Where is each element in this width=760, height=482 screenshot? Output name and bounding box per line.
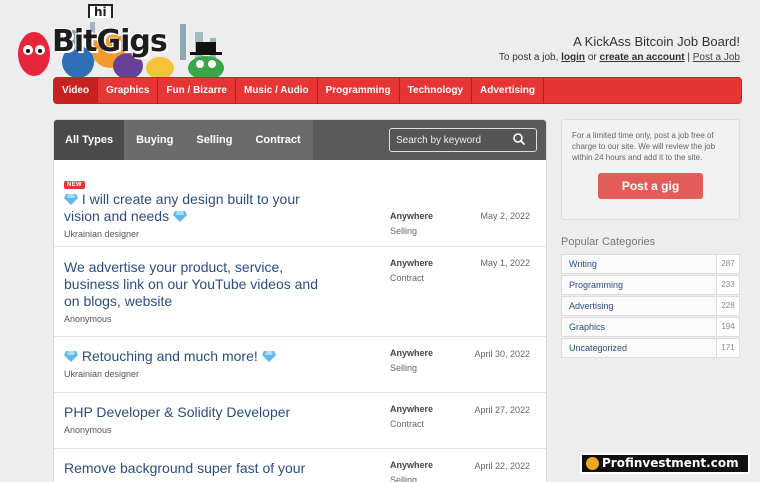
- filter-contract[interactable]: Contract: [244, 120, 313, 160]
- logo-hi-bubble: hi: [88, 4, 113, 18]
- or-text: or: [587, 52, 597, 63]
- watermark-text: Profinvestment.com: [602, 456, 739, 470]
- job-location: Anywhere: [390, 460, 434, 470]
- post-gig-button[interactable]: Post a gig: [598, 173, 703, 199]
- category-name: Graphics: [569, 322, 606, 332]
- type-filter-bar: All Types Buying Selling Contract: [54, 120, 546, 160]
- category-name: Programming: [569, 280, 624, 290]
- job-author: Ukrainian designer: [64, 369, 140, 379]
- nav-item-technology[interactable]: Technology: [400, 78, 473, 103]
- job-location: Anywhere: [390, 404, 434, 414]
- nav-item-graphics[interactable]: Graphics: [98, 78, 159, 103]
- post-job-link[interactable]: Post a Job: [693, 52, 740, 63]
- category-count: 228: [716, 297, 739, 315]
- category-item-graphics[interactable]: Graphics 194: [561, 317, 740, 337]
- nav-item-fun-bizarre[interactable]: Fun / Bizarre: [158, 78, 236, 103]
- category-item-programming[interactable]: Programming 233: [561, 275, 740, 295]
- job-type: Selling: [390, 226, 418, 236]
- job-type: Selling: [390, 475, 418, 482]
- search-input[interactable]: [390, 134, 512, 146]
- watermark: Profinvestment.com: [580, 453, 750, 474]
- job-date: April 30, 2022: [474, 349, 530, 359]
- category-name: Advertising: [569, 301, 614, 311]
- nav-item-video[interactable]: Video: [54, 78, 99, 103]
- job-row[interactable]: Retouching and much more! Ukrainian desi…: [54, 337, 546, 393]
- category-item-writing[interactable]: Writing 287: [561, 254, 740, 274]
- category-item-advertising[interactable]: Advertising 228: [561, 296, 740, 316]
- nav-item-music-audio[interactable]: Music / Audio: [236, 78, 318, 103]
- site-logo[interactable]: hi BitGigs: [10, 4, 240, 80]
- job-date: April 22, 2022: [474, 461, 530, 471]
- job-location: Anywhere: [390, 258, 434, 268]
- job-type: Contract: [390, 273, 425, 283]
- job-title[interactable]: Retouching and much more!: [64, 348, 324, 365]
- separator: |: [687, 52, 690, 63]
- job-title[interactable]: PHP Developer & Solidity Developer: [64, 404, 324, 421]
- site-tagline: A KickAss Bitcoin Job Board!: [573, 34, 740, 49]
- job-title[interactable]: I will create any design built to your v…: [64, 191, 324, 225]
- logo-wordmark: BitGigs: [52, 24, 168, 59]
- job-title[interactable]: We advertise your product, service, busi…: [64, 259, 324, 310]
- login-link[interactable]: login: [561, 52, 585, 63]
- nav-item-advertising[interactable]: Advertising: [472, 78, 545, 103]
- search-icon[interactable]: [512, 132, 528, 148]
- new-badge: NEW: [64, 181, 85, 189]
- create-account-link[interactable]: create an account: [600, 52, 685, 63]
- job-row[interactable]: Remove background super fast of your Any…: [54, 449, 546, 482]
- nav-item-programming[interactable]: Programming: [318, 78, 400, 103]
- diamond-icon: [64, 194, 78, 205]
- job-row[interactable]: We advertise your product, service, busi…: [54, 247, 546, 337]
- job-date: May 2, 2022: [480, 211, 530, 221]
- job-date: May 1, 2022: [480, 258, 530, 268]
- job-author: Anonymous: [64, 425, 112, 435]
- job-location: Anywhere: [390, 348, 434, 358]
- search-box: [389, 128, 537, 152]
- category-name: Uncategorized: [569, 343, 628, 353]
- job-location: Anywhere: [390, 211, 434, 221]
- category-item-uncategorized[interactable]: Uncategorized 171: [561, 338, 740, 358]
- job-listing-panel: All Types Buying Selling Contract NEW I …: [53, 119, 547, 482]
- promo-box: For a limited time only, post a job free…: [561, 119, 740, 220]
- diamond-icon: [261, 351, 276, 362]
- diamond-icon: [172, 211, 187, 222]
- categories-heading: Popular Categories: [561, 236, 656, 248]
- job-title-text: Retouching and much more!: [81, 348, 258, 364]
- post-links: To post a job, login or create an accoun…: [499, 52, 740, 63]
- job-type: Contract: [390, 419, 425, 429]
- job-author: Ukrainian designer: [64, 229, 140, 239]
- category-nav: Video Graphics Fun / Bizarre Music / Aud…: [53, 77, 742, 104]
- filter-selling[interactable]: Selling: [185, 120, 245, 160]
- promo-text: For a limited time only, post a job free…: [572, 131, 716, 162]
- job-row[interactable]: PHP Developer & Solidity Developer Anony…: [54, 393, 546, 449]
- sidebar: For a limited time only, post a job free…: [561, 119, 740, 359]
- filter-all-types[interactable]: All Types: [54, 120, 126, 160]
- job-date: April 27, 2022: [474, 405, 530, 415]
- category-count: 287: [716, 255, 739, 273]
- job-type: Selling: [390, 363, 418, 373]
- job-row[interactable]: NEW I will create any design built to yo…: [54, 160, 546, 247]
- category-count: 233: [716, 276, 739, 294]
- watermark-logo-icon: [586, 457, 599, 470]
- category-count: 171: [716, 339, 739, 357]
- category-count: 194: [716, 318, 739, 336]
- diamond-icon: [64, 351, 78, 362]
- job-title[interactable]: Remove background super fast of your: [64, 460, 334, 477]
- category-name: Writing: [569, 259, 597, 269]
- post-prefix: To post a job,: [498, 52, 559, 63]
- filter-buying[interactable]: Buying: [125, 120, 186, 160]
- job-author: Anonymous: [64, 314, 112, 324]
